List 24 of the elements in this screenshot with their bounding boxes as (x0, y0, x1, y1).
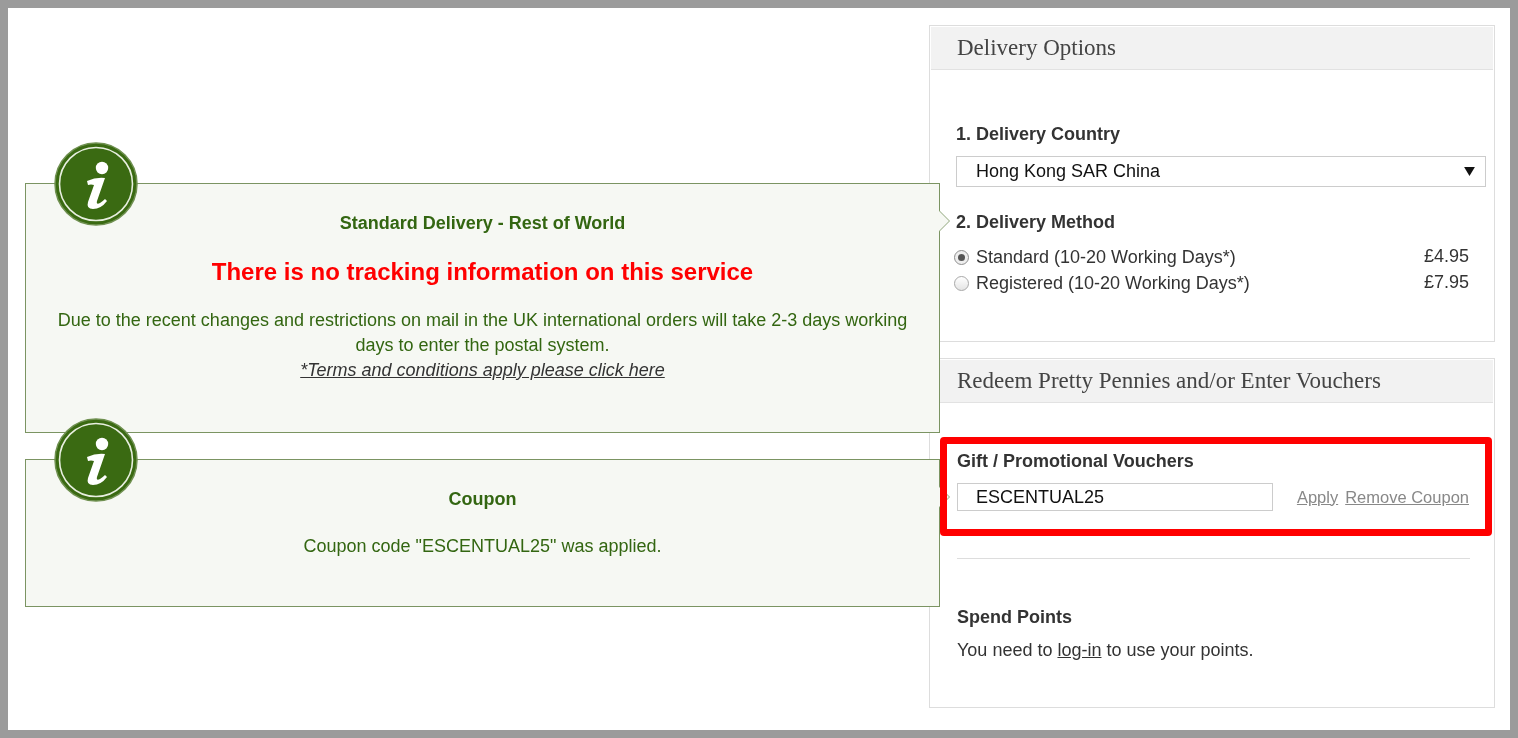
section-header: Delivery Options (931, 27, 1493, 70)
notice-message: Coupon code "ESCENTUAL25" was applied. (302, 535, 663, 558)
radio-button[interactable] (954, 249, 969, 265)
notice-message: Due to the recent changes and restrictions on mail in the UK international orders will take 2-3 days working days to enter the postal system. (56, 309, 909, 357)
country-select[interactable]: Hong Kong SAR China (956, 156, 1486, 187)
price-label: £7.95 (1423, 271, 1469, 293)
points-message: You need to log-in to use your points. (957, 640, 1255, 660)
method-label: Registered (10-20 Working Days*) (976, 272, 1251, 294)
field-label: 2. Delivery Method (956, 212, 1117, 232)
terms-link[interactable]: *Terms and conditions apply please click here (300, 360, 665, 380)
remove-coupon-link[interactable]: Remove Coupon (1345, 487, 1469, 507)
radio-button[interactable] (954, 275, 969, 291)
notice-title: Standard Delivery - Rest of World (338, 212, 627, 234)
field-label: 1. Delivery Country (956, 124, 1122, 144)
field-label: Gift / Promotional Vouchers (957, 451, 1195, 471)
warning-heading: There is no tracking information on this service (210, 258, 755, 286)
section-label: Spend Points (957, 607, 1073, 627)
method-label: Standard (10-20 Working Days*) (976, 246, 1237, 268)
price-label: £4.95 (1423, 245, 1469, 267)
apply-link[interactable]: Apply (1296, 487, 1339, 507)
login-link[interactable]: log-in (1057, 640, 1102, 660)
voucher-code-field[interactable]: ESCENTUAL25 (957, 483, 1273, 511)
notice-title: Coupon (447, 488, 518, 510)
caret-icon (1464, 167, 1475, 176)
